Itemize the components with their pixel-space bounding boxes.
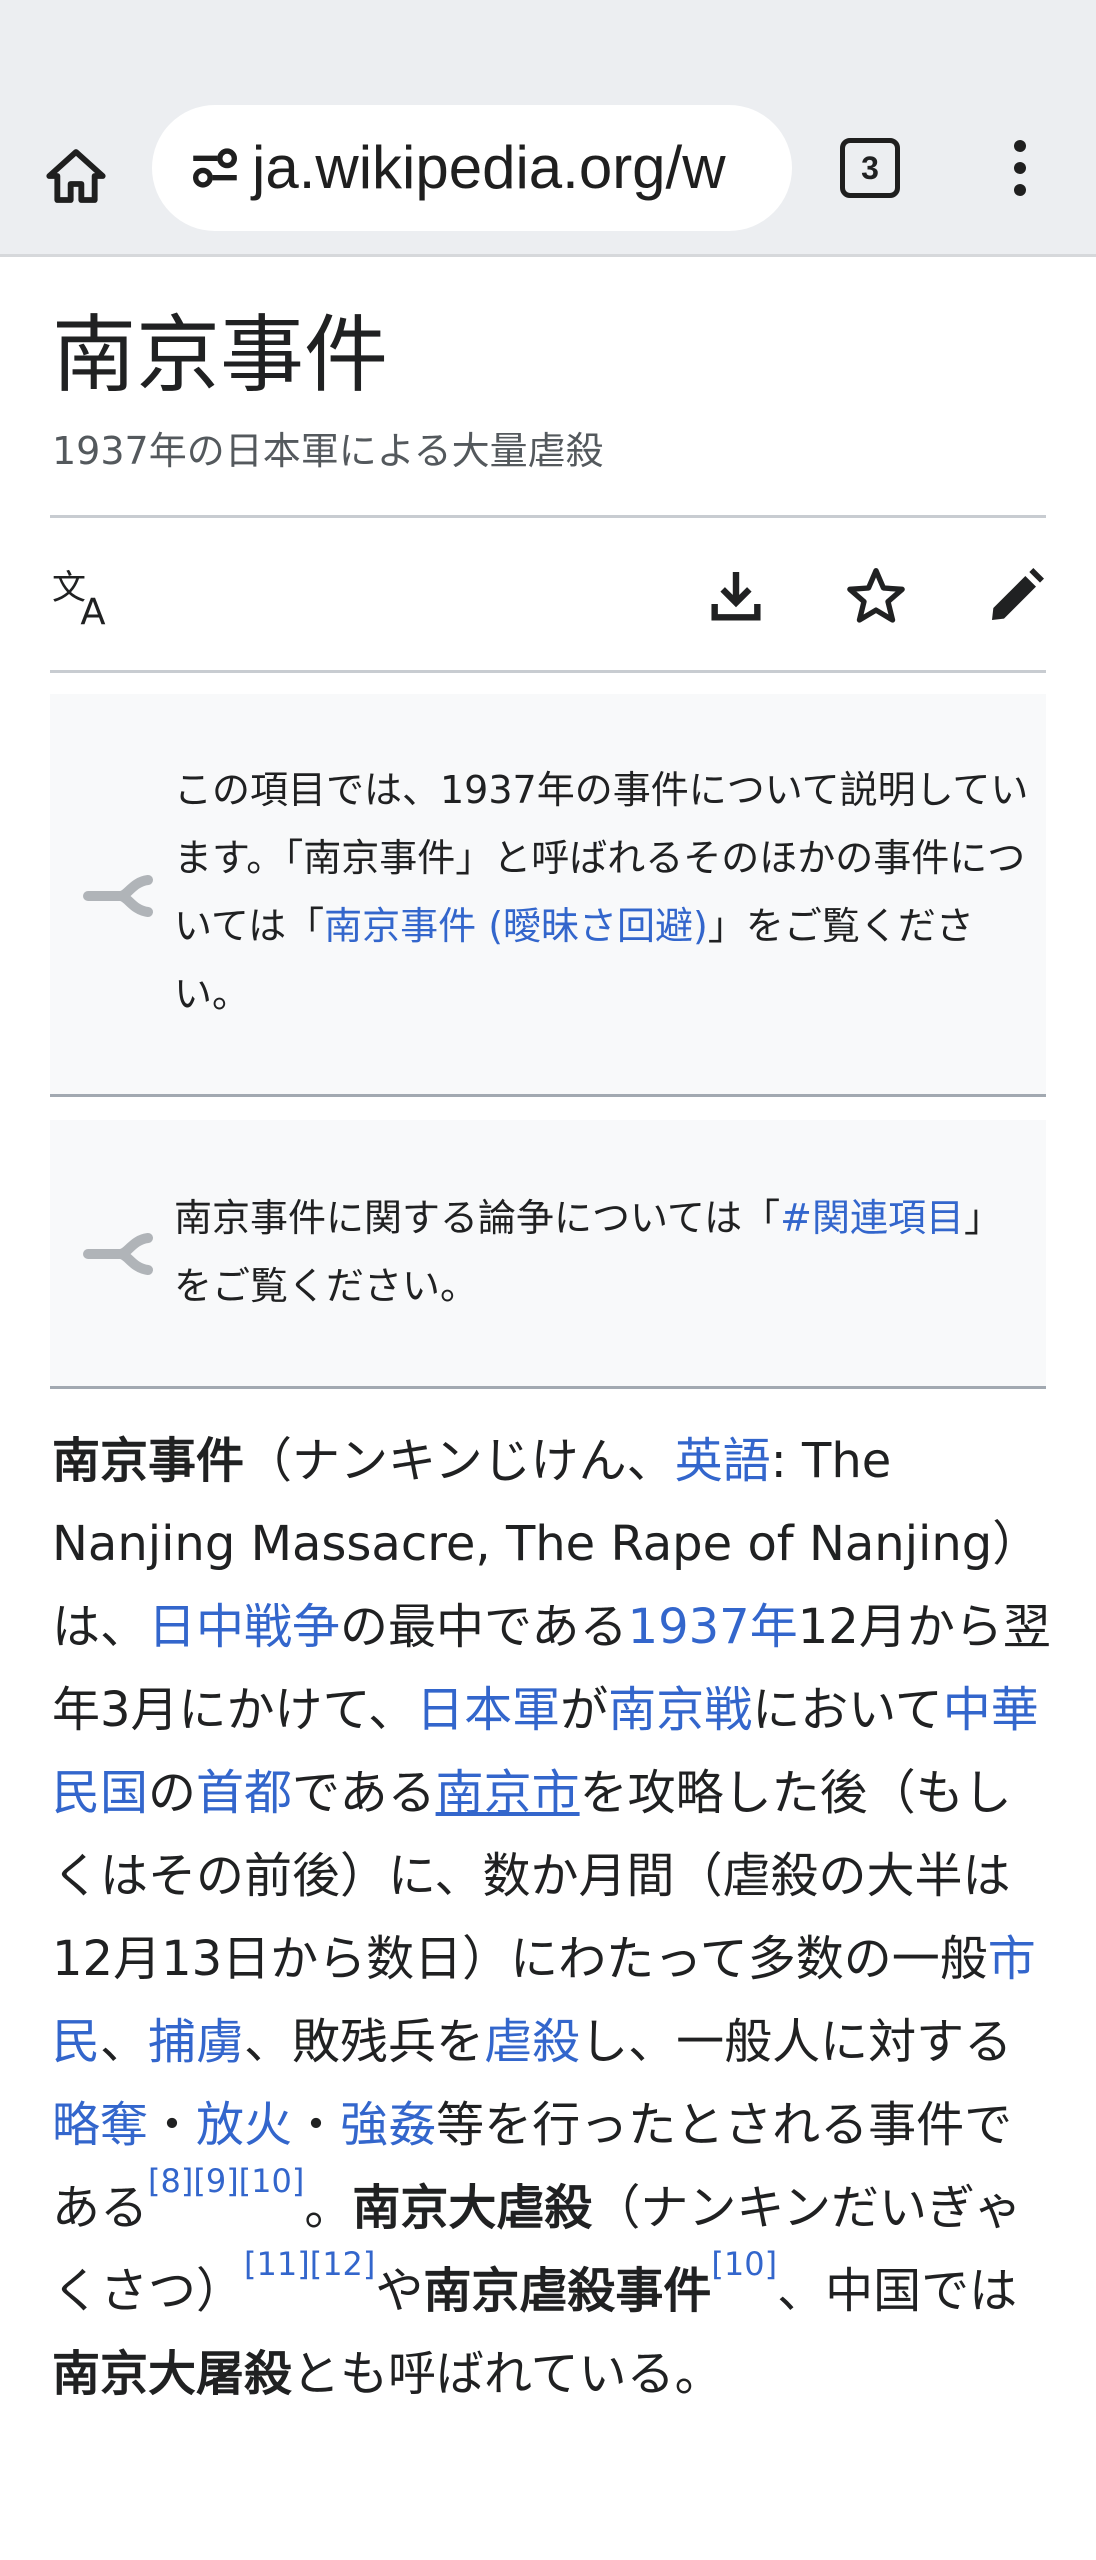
hatnote-text: この項目では、1937年の事件について説明しています。「南京事件」と呼ばれるその…: [174, 768, 1029, 1016]
link-english[interactable]: 英語: [675, 1433, 771, 1489]
edit-icon: [992, 568, 1044, 620]
hatnote-controversy: 南京事件に関する論争については「#関連項目」をご覧ください。: [50, 1120, 1046, 1389]
home-button[interactable]: [30, 130, 122, 222]
link-looting[interactable]: 略奪: [52, 2097, 148, 2153]
browser-toolbar: ja.wikipedia.org/w 3: [0, 100, 1096, 257]
page-title: 南京事件: [52, 306, 389, 404]
link-arson[interactable]: 放火: [196, 2097, 292, 2153]
reference-9[interactable]: [9]: [193, 2162, 238, 2200]
reference-11[interactable]: [11]: [244, 2245, 310, 2283]
address-bar[interactable]: ja.wikipedia.org/w: [152, 105, 792, 231]
related-items-link[interactable]: #関連項目: [780, 1196, 964, 1240]
link-1937[interactable]: 1937年: [628, 1599, 798, 1655]
disambiguation-icon: [83, 1233, 153, 1275]
lead-paragraph: 南京事件（ナンキンじけん、英語: The Nanjing Massacre, T…: [52, 1433, 1051, 2402]
hatnote-disambiguation: この項目では、1937年の事件について説明しています。「南京事件」と呼ばれるその…: [50, 694, 1046, 1097]
url-text[interactable]: ja.wikipedia.org/w: [252, 105, 726, 231]
download-button[interactable]: [700, 560, 772, 632]
link-battle-of-nanjing[interactable]: 南京戦: [608, 1682, 752, 1738]
download-icon: [711, 572, 761, 621]
link-pow[interactable]: 捕虜: [148, 2014, 244, 2070]
reference-10[interactable]: [10]: [239, 2162, 305, 2200]
overflow-menu-button[interactable]: [980, 125, 1060, 211]
link-rape[interactable]: 強姦: [340, 2097, 436, 2153]
page-subtitle: 1937年の日本軍による大量虐殺: [52, 429, 604, 473]
language-button[interactable]: 文 A: [50, 560, 122, 632]
translate-icon: 文 A: [52, 568, 106, 630]
tab-switcher-icon: 3: [840, 138, 900, 198]
star-icon: [847, 568, 905, 623]
disambiguation-link[interactable]: 南京事件 (曖昧さ回避): [324, 904, 708, 948]
bold-term: 南京大屠殺: [52, 2346, 293, 2402]
edit-button[interactable]: [980, 560, 1052, 632]
site-info-icon: [193, 148, 237, 188]
divider: [50, 515, 1046, 518]
link-capital[interactable]: 首都: [196, 1765, 292, 1821]
home-icon: [46, 149, 106, 203]
reference-8[interactable]: [8]: [148, 2162, 193, 2200]
overflow-menu-icon: [1014, 140, 1026, 196]
divider: [50, 670, 1046, 673]
bold-term: 南京事件: [52, 1433, 245, 1489]
site-info-button[interactable]: [172, 125, 258, 211]
reference-12[interactable]: [12]: [310, 2245, 376, 2283]
hatnote-text: 南京事件に関する論争については「#関連項目」をご覧ください。: [174, 1196, 1002, 1308]
reference-10[interactable]: [10]: [711, 2245, 777, 2283]
watch-star-button[interactable]: [840, 560, 912, 632]
svg-text:A: A: [80, 590, 105, 630]
link-nanjing-city[interactable]: 南京市: [436, 1765, 580, 1821]
link-massacre[interactable]: 虐殺: [484, 2014, 580, 2070]
link-japanese-army[interactable]: 日本軍: [416, 1682, 560, 1738]
page-actions: 文 A: [50, 520, 1046, 670]
tab-switcher-button[interactable]: 3: [830, 125, 910, 211]
link-sino-japanese-war[interactable]: 日中戦争: [148, 1599, 340, 1655]
bold-term: 南京大虐殺: [352, 2180, 593, 2236]
bold-term: 南京虐殺事件: [423, 2263, 712, 2319]
status-bar: [0, 0, 1096, 100]
disambiguation-icon: [83, 875, 153, 917]
